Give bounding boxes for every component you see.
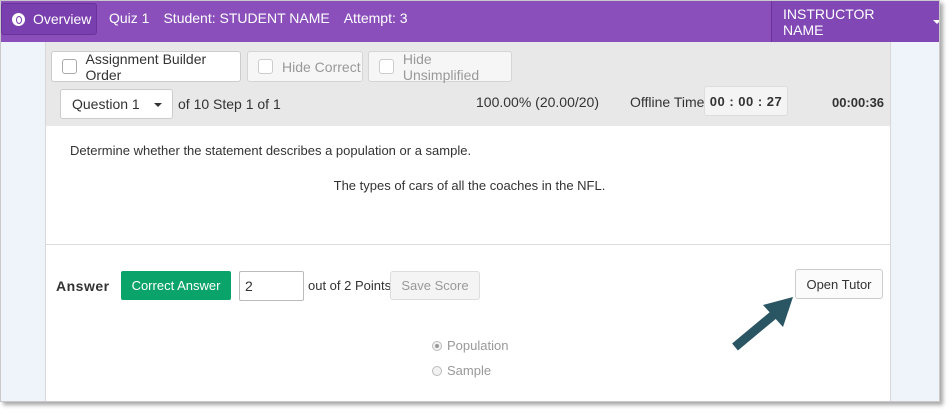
- assignment-builder-order-toggle[interactable]: Assignment Builder Order: [51, 50, 241, 83]
- instructor-name: INSTRUCTOR NAME: [783, 5, 875, 38]
- option-population[interactable]: Population: [432, 338, 508, 353]
- arrow-pointing-up-right-icon: [732, 297, 793, 351]
- grading-toolbar: Assignment Builder Order Hide Correct Hi…: [46, 42, 890, 126]
- radio-icon: [432, 365, 442, 376]
- question-select[interactable]: Question 1: [60, 89, 173, 119]
- step-text: of 10 Step 1 of 1: [178, 96, 281, 112]
- attempt-number: Attempt: 3: [343, 10, 408, 26]
- offline-time-label: Offline Time:: [630, 94, 709, 110]
- elapsed-timer: 00:00:36: [832, 95, 885, 110]
- hide-correct-toggle[interactable]: Hide Correct: [247, 51, 363, 82]
- top-navigation-bar: Overview Quiz 1 Student: STUDENT NAME At…: [1, 1, 939, 42]
- quiz-info: Quiz 1 Student: STUDENT NAME Attempt: 3: [109, 10, 408, 26]
- points-out-of: out of 2 Points: [308, 278, 392, 293]
- correct-answer-button[interactable]: Correct Answer: [121, 271, 231, 300]
- radio-selected-icon: [432, 340, 442, 351]
- instructor-menu[interactable]: INSTRUCTOR NAME: [771, 1, 939, 42]
- save-score-button[interactable]: Save Score: [390, 271, 480, 300]
- question-select-value: Question 1: [72, 96, 140, 112]
- quiz-title: Quiz 1: [109, 10, 150, 26]
- offline-time-field[interactable]: 00 : 00 : 27: [704, 86, 788, 116]
- checkbox-icon: [62, 59, 77, 74]
- question-statement: The types of cars of all the coaches in …: [333, 178, 606, 193]
- hide-correct-label: Hide Correct: [282, 58, 361, 75]
- answer-label: Answer: [56, 278, 110, 294]
- question-prompt: Determine whether the statement describe…: [70, 143, 472, 158]
- checkbox-icon: [379, 59, 394, 74]
- option-sample[interactable]: Sample: [432, 363, 491, 378]
- option-population-label: Population: [447, 338, 509, 353]
- open-tutor-button[interactable]: Open Tutor: [795, 269, 883, 299]
- hide-unsimplified-label: Hide Unsimplified: [402, 50, 480, 83]
- assignment-builder-order-label: Assignment Builder Order: [85, 50, 207, 83]
- overview-icon: [12, 12, 25, 26]
- option-sample-label: Sample: [447, 363, 492, 378]
- student-name: Student: STUDENT NAME: [163, 10, 330, 26]
- overview-button[interactable]: Overview: [1, 3, 97, 35]
- chevron-down-icon: [933, 19, 939, 24]
- checkbox-icon: [258, 59, 273, 74]
- overview-label: Overview: [33, 11, 92, 27]
- divider: [46, 244, 890, 245]
- score-percent: 100.00% (20.00/20): [476, 94, 599, 110]
- points-input[interactable]: 2: [239, 271, 304, 301]
- chevron-down-icon: [154, 103, 162, 107]
- hide-unsimplified-toggle[interactable]: Hide Unsimplified: [368, 50, 512, 83]
- screenshot-frame: Overview Quiz 1 Student: STUDENT NAME At…: [0, 0, 940, 402]
